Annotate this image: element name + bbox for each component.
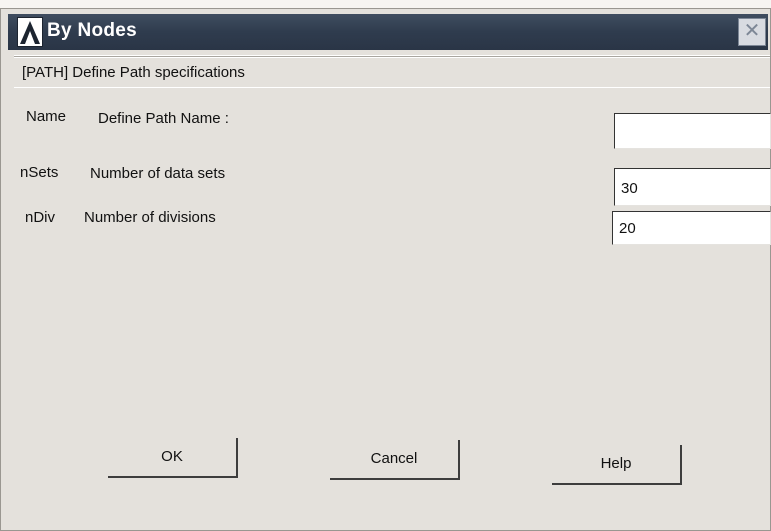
path-specification-label: [PATH] Define Path specifications xyxy=(14,56,770,88)
title-bar[interactable]: By Nodes ✕ xyxy=(8,14,768,50)
cancel-button[interactable]: Cancel xyxy=(330,440,460,480)
help-button[interactable]: Help xyxy=(552,445,682,485)
nsets-key-label: nSets xyxy=(20,164,59,181)
background-page-strip xyxy=(0,0,771,8)
data-sets-input[interactable]: 30 xyxy=(614,168,771,206)
path-name-input[interactable] xyxy=(614,113,771,149)
by-nodes-dialog: By Nodes ✕ [PATH] Define Path specificat… xyxy=(0,8,771,531)
name-key-label: Name xyxy=(26,108,67,125)
close-icon[interactable]: ✕ xyxy=(738,18,766,46)
nsets-description-label: Number of data sets xyxy=(90,165,226,182)
ansys-logo-icon xyxy=(17,17,43,47)
window-title: By Nodes xyxy=(47,20,138,41)
ok-button[interactable]: OK xyxy=(108,438,238,478)
ndiv-description-label: Number of divisions xyxy=(84,209,216,226)
ndiv-key-label: nDiv xyxy=(25,209,56,226)
divisions-input[interactable]: 20 xyxy=(612,211,771,245)
name-description-label: Define Path Name : xyxy=(98,110,229,127)
